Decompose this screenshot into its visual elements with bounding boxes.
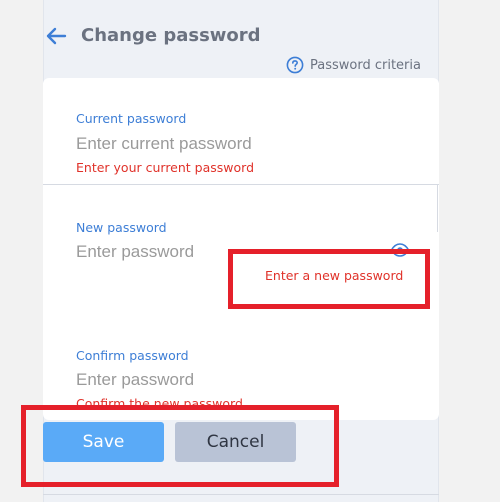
new-password-error-highlight (228, 249, 430, 309)
panel-bottom-divider (43, 494, 439, 495)
question-circle-icon (286, 56, 304, 74)
field-divider (43, 184, 439, 185)
page-title: Change password (81, 25, 261, 46)
arrow-left-icon (46, 27, 67, 45)
current-password-input[interactable] (76, 132, 406, 156)
field-divider-edge (437, 184, 438, 232)
confirm-password-label: Confirm password (76, 348, 189, 363)
password-criteria-link[interactable]: Password criteria (286, 55, 421, 75)
current-password-label: Current password (76, 111, 187, 126)
password-criteria-label: Password criteria (310, 57, 421, 73)
current-password-error: Enter your current password (76, 160, 255, 175)
back-button[interactable] (44, 24, 68, 48)
new-password-label: New password (76, 220, 167, 235)
confirm-password-input[interactable] (76, 368, 406, 392)
action-buttons-highlight (21, 405, 339, 487)
